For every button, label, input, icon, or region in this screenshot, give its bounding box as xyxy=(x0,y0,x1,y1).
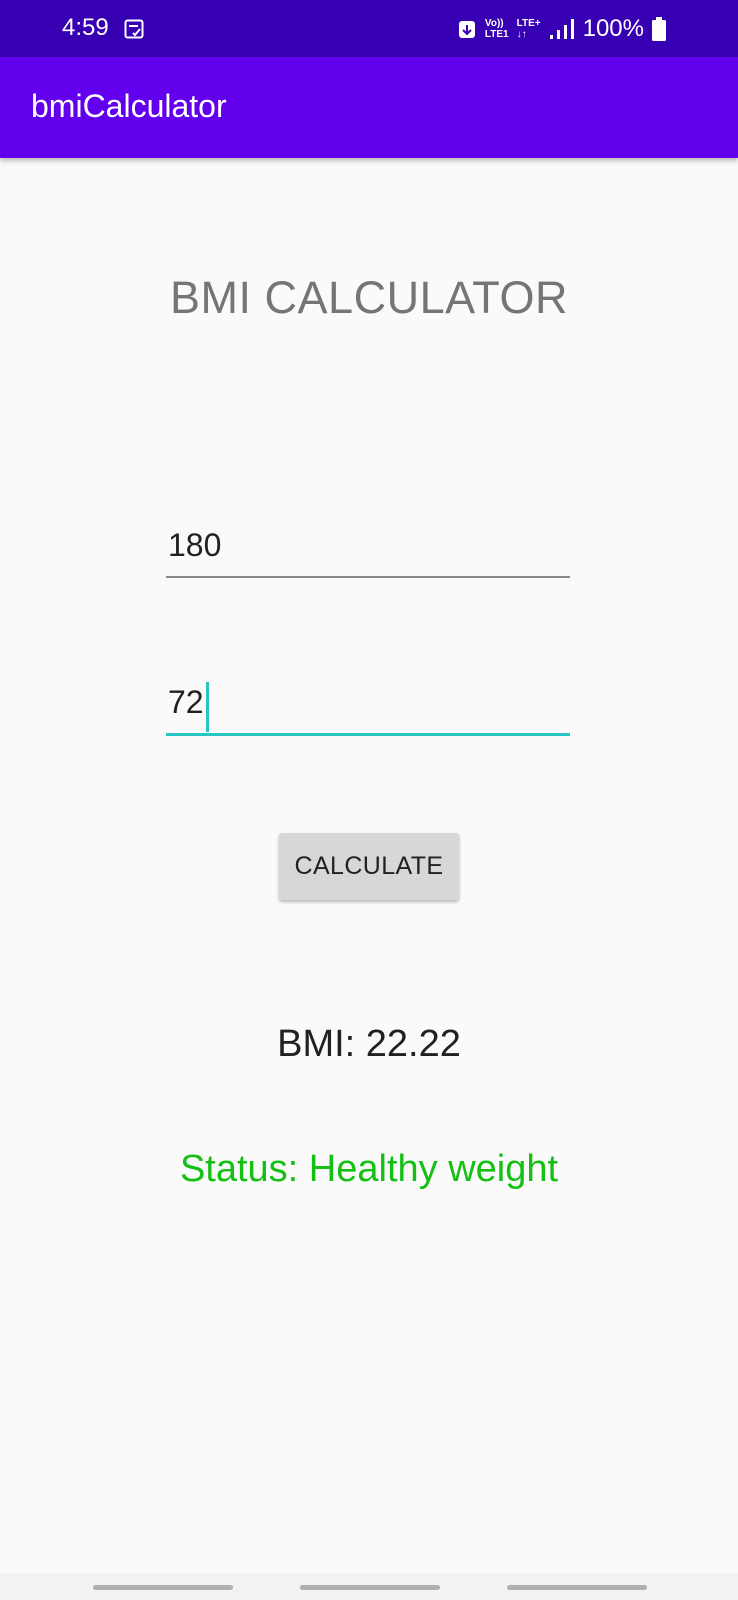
battery-icon xyxy=(652,17,666,41)
navigation-bar xyxy=(0,1574,738,1600)
network-type: Vo)) LTE1 xyxy=(485,18,509,40)
status-indicators: Vo)) LTE1 LTE+ ↓↑ 100% xyxy=(457,12,666,46)
lte-label: LTE1 xyxy=(484,29,509,40)
text-cursor xyxy=(206,682,209,732)
battery-percent: 100% xyxy=(582,15,644,42)
lte-plus-stack: LTE+ ↓↑ xyxy=(517,18,541,40)
nav-back-button[interactable] xyxy=(507,1585,647,1590)
data-arrows-icon: ↓↑ xyxy=(516,29,527,40)
nav-recents-button[interactable] xyxy=(93,1585,233,1590)
bmi-result: BMI: 22.22 xyxy=(277,1023,461,1065)
weight-input[interactable] xyxy=(166,680,570,736)
volte-label: Vo)) xyxy=(484,18,504,29)
lte-plus-label: LTE+ xyxy=(516,18,541,29)
calculate-button[interactable]: CALCULATE xyxy=(279,833,459,900)
signal-icon xyxy=(549,19,574,39)
app-bar: bmiCalculator xyxy=(0,57,738,158)
status-bar: 4:59 Vo)) LTE1 LTE+ ↓↑ 100% xyxy=(0,0,738,57)
weight-status: Status: Healthy weight xyxy=(179,1148,559,1190)
note-icon xyxy=(124,19,144,39)
data-saver-icon xyxy=(458,21,475,38)
app-title: bmiCalculator xyxy=(31,88,227,124)
status-time: 4:59 xyxy=(62,14,109,41)
page-title: BMI CALCULATOR xyxy=(170,272,568,323)
height-input[interactable] xyxy=(166,522,570,578)
nav-home-button[interactable] xyxy=(300,1585,440,1590)
